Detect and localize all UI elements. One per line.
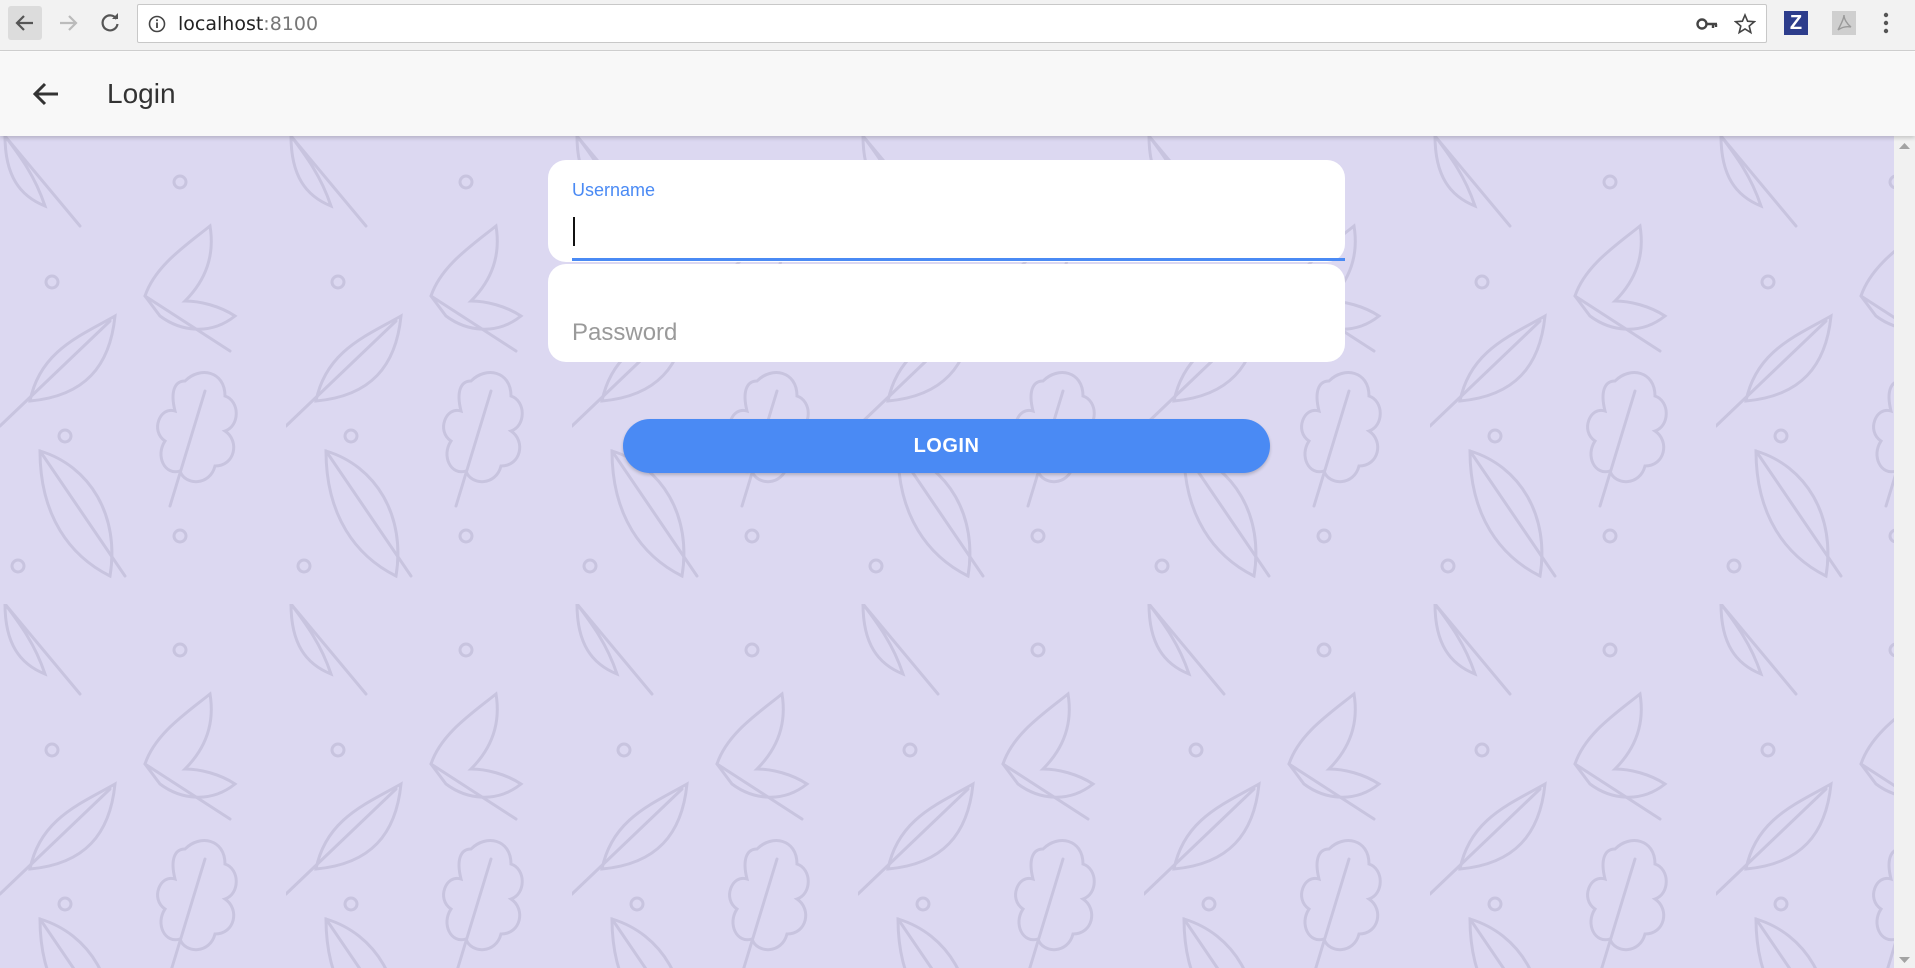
password-card — [548, 264, 1345, 362]
browser-back-button[interactable] — [8, 6, 42, 40]
login-content: Username LOGIN — [0, 136, 1894, 968]
arrow-left-icon[interactable] — [30, 80, 62, 108]
username-input[interactable] — [572, 212, 1345, 250]
username-label: Username — [572, 180, 656, 200]
back-arrow-icon — [15, 15, 33, 31]
url-text[interactable]: localhost:8100 — [178, 15, 318, 34]
scrollbar[interactable] — [1894, 136, 1915, 968]
username-card: Username — [548, 160, 1345, 262]
zotero-extension-icon[interactable]: Z — [1784, 11, 1808, 35]
address-bar[interactable]: localhost:8100 — [137, 4, 1767, 43]
pdf-extension-icon[interactable] — [1832, 11, 1856, 35]
app-header: Login — [0, 52, 1915, 136]
text-cursor — [573, 217, 575, 246]
forward-arrow-icon — [60, 15, 78, 31]
browser-forward-button[interactable] — [51, 6, 85, 40]
star-icon[interactable] — [1734, 13, 1756, 35]
password-input[interactable] — [572, 316, 1312, 350]
page-title: Login — [107, 78, 176, 109]
browser-toolbar: localhost:8100 Z — [0, 0, 1915, 51]
url-host: localhost — [178, 13, 264, 35]
username-focus-underline — [572, 258, 1345, 261]
scroll-up-arrow-icon[interactable] — [1899, 142, 1910, 150]
info-icon[interactable] — [148, 15, 166, 33]
scroll-down-arrow-icon[interactable] — [1899, 956, 1910, 964]
key-icon[interactable] — [1696, 14, 1718, 34]
browser-reload-button[interactable] — [93, 6, 127, 40]
menu-dots-icon[interactable] — [1882, 11, 1890, 35]
login-button[interactable]: LOGIN — [623, 419, 1270, 473]
url-port: :8100 — [263, 13, 319, 35]
reload-icon — [101, 13, 119, 32]
